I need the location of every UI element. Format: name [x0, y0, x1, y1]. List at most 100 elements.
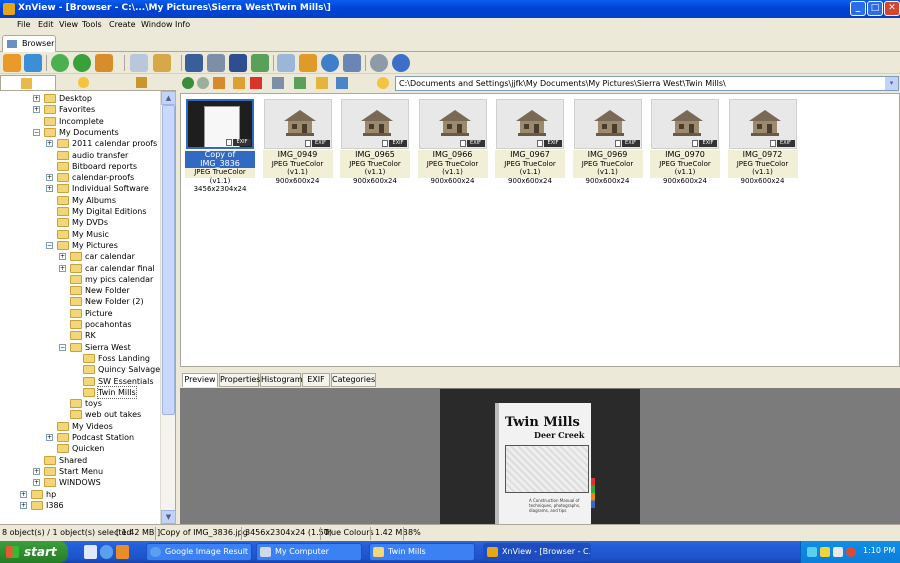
expand-icon[interactable]: + [33, 95, 40, 102]
scroll-down-arrow[interactable]: ▼ [161, 510, 176, 524]
tab-categories[interactable] [116, 75, 172, 90]
expand-icon[interactable]: + [33, 467, 40, 475]
tab-histogram[interactable]: Histogram [260, 373, 303, 387]
move-icon[interactable] [153, 54, 171, 72]
view-mode-icon[interactable] [272, 77, 284, 89]
tree-node[interactable]: Shared [0, 455, 160, 466]
tree-node[interactable]: − Sierra West [0, 342, 160, 353]
task-xnview[interactable]: XnView - [Browser - C... [483, 543, 591, 561]
tab-categories-preview[interactable]: Categories [331, 373, 376, 387]
tree-node[interactable]: + Favorites [0, 104, 160, 115]
task-twin-mills[interactable]: Twin Mills [369, 543, 475, 561]
quicklaunch-media-icon[interactable] [116, 545, 129, 559]
info-icon[interactable] [392, 54, 410, 72]
collapse-icon[interactable]: − [59, 343, 66, 351]
menu-info[interactable]: Info [175, 20, 190, 29]
thumbnail-item[interactable]: EXIF IMG_0969 JPEG TrueColor (v1.1) 900x600… [572, 98, 643, 185]
tree-node[interactable]: + I386 [0, 500, 160, 511]
expand-icon[interactable]: + [59, 253, 66, 261]
thumbnail-item[interactable]: EXIF IMG_0965 JPEG TrueColor (v1.1) 900x600… [340, 98, 410, 185]
tab-folders[interactable] [0, 75, 56, 90]
screen-icon[interactable] [277, 54, 295, 72]
folder-tree[interactable]: + Desktop + Favorites Incomplete − My Document… [0, 91, 160, 524]
menu-view[interactable]: View [59, 20, 78, 29]
quicklaunch-desktop-icon[interactable] [84, 545, 97, 559]
tree-node[interactable]: + Podcast Station [0, 432, 160, 443]
thumbnail-item[interactable]: EXIF IMG_0949 JPEG TrueColor (v1.1) 900x600… [262, 98, 333, 185]
copy-icon[interactable] [130, 54, 148, 72]
menu-edit[interactable]: Edit [38, 20, 54, 29]
tree-node[interactable]: my pics calendar [0, 274, 160, 285]
tree-node[interactable]: Twin Mills [0, 385, 160, 399]
tree-node[interactable]: web out takes [0, 409, 160, 420]
start-button[interactable]: start [0, 541, 68, 563]
tree-node[interactable]: − My Pictures [0, 240, 160, 251]
tree-node[interactable]: My Digital Editions [0, 206, 160, 217]
thumbnail-grid[interactable]: EXIF Copy of IMG_3836 JPEG TrueColor (v1.1… [180, 93, 900, 367]
rotate-icon[interactable] [73, 54, 91, 72]
tab-exif[interactable]: EXIF [302, 373, 330, 387]
security-icon[interactable] [820, 547, 830, 557]
volume-icon[interactable] [833, 547, 843, 557]
refresh-icon[interactable] [51, 54, 69, 72]
menu-tools[interactable]: Tools [82, 20, 102, 29]
tab-favorites[interactable] [58, 75, 114, 90]
tree-node[interactable]: + car calendar final [0, 263, 160, 274]
print-icon[interactable] [207, 54, 225, 72]
collapse-icon[interactable]: − [33, 128, 40, 136]
title-bar[interactable]: XnView - [Browser - C:\...\My Pictures\S… [0, 0, 900, 18]
tree-node[interactable]: + Start Menu [0, 466, 160, 477]
tree-node[interactable]: Picture [0, 308, 160, 319]
tree-node[interactable]: My Music [0, 229, 160, 240]
tree-node[interactable]: + car calendar [0, 251, 160, 262]
tab-properties[interactable]: Properties [219, 373, 260, 387]
expand-icon[interactable]: + [20, 501, 27, 509]
expand-icon[interactable]: + [59, 264, 66, 272]
favorite-star-icon[interactable] [377, 77, 389, 89]
back-icon[interactable] [182, 77, 194, 89]
expand-icon[interactable]: + [33, 106, 40, 114]
address-field[interactable]: C:\Documents and Settings\jjfk\My Docume… [395, 76, 899, 91]
sync-icon[interactable] [336, 77, 348, 89]
folder-icon[interactable] [95, 54, 113, 72]
tree-node[interactable]: +2011 calendar proofs [0, 138, 160, 149]
tree-node[interactable]: audio transfer [0, 150, 160, 161]
web-icon[interactable] [321, 54, 339, 72]
thumbnail-item[interactable]: EXIF IMG_0970 JPEG TrueColor (v1.1) 900x600… [650, 98, 720, 185]
tree-node[interactable]: + calendar-proofs [0, 172, 160, 183]
task-google-image-result[interactable]: Google Image Result ... [146, 543, 252, 561]
tab-preview[interactable]: Preview [182, 373, 218, 387]
scroll-thumb[interactable] [162, 105, 175, 415]
tree-node[interactable]: Incomplete [0, 116, 160, 127]
up-folder-icon[interactable] [213, 77, 225, 89]
browser-icon[interactable] [3, 54, 21, 72]
tree-node[interactable]: + Individual Software [0, 183, 160, 194]
forward-icon[interactable] [197, 77, 209, 89]
network-icon[interactable] [807, 547, 817, 557]
menu-create[interactable]: Create [109, 20, 136, 29]
scanner-icon[interactable] [229, 54, 247, 72]
delete-icon[interactable] [250, 77, 262, 89]
task-my-computer[interactable]: My Computer [256, 543, 362, 561]
thumbnail-item[interactable]: EXIF Copy of IMG_3836 JPEG TrueColor (v1.1… [185, 98, 255, 193]
tree-node[interactable]: + Desktop [0, 93, 160, 104]
tree-node[interactable]: Bitboard reports [0, 161, 160, 172]
tree-node[interactable]: My Videos [0, 421, 160, 432]
gear-icon[interactable] [370, 54, 388, 72]
tab-browser[interactable]: Browser [2, 35, 56, 52]
fullscreen-icon[interactable] [24, 54, 42, 72]
quicklaunch-ie-icon[interactable] [100, 545, 113, 559]
collapse-icon[interactable]: − [46, 241, 53, 249]
tree-node[interactable]: RK [0, 330, 160, 341]
tree-node[interactable]: + WINDOWS [0, 477, 160, 488]
minimize-button[interactable]: _ [850, 1, 866, 16]
xnview-app-icon[interactable] [3, 3, 15, 15]
expand-icon[interactable]: + [46, 185, 53, 193]
slideshow-icon[interactable] [251, 54, 269, 72]
tree-node[interactable]: + hp [0, 489, 160, 500]
close-button[interactable]: ✕ [884, 1, 900, 16]
tree-node[interactable]: − My Documents [0, 127, 160, 138]
expand-icon[interactable]: + [46, 140, 53, 148]
expand-icon[interactable]: + [33, 479, 40, 487]
binoculars-icon[interactable] [185, 54, 203, 72]
